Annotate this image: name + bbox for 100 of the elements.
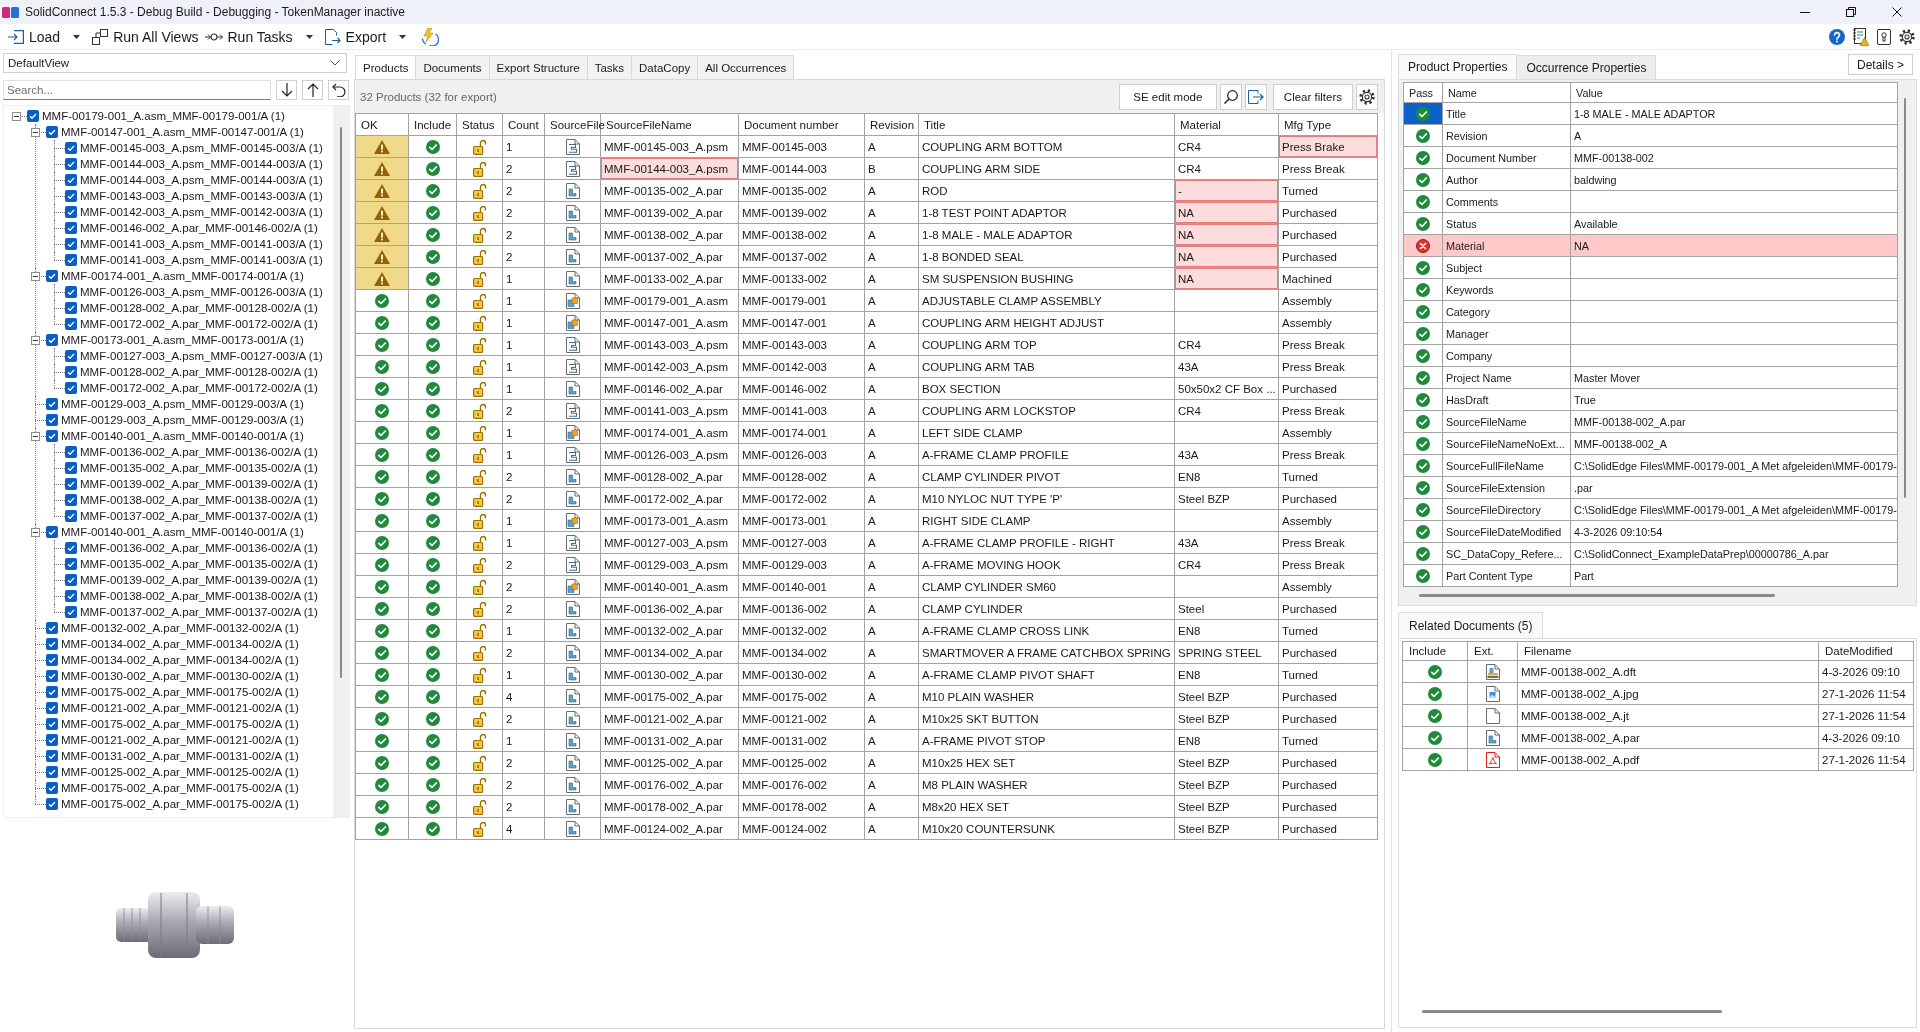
checkbox[interactable] (46, 398, 58, 410)
tree-item[interactable]: MMF-00172-002_A.par_MMF-00172-002/A (1) (80, 318, 318, 330)
tree-item[interactable]: MMF-00139-002_A.par_MMF-00139-002/A (1) (80, 478, 318, 490)
export-button[interactable]: Export (321, 24, 390, 49)
tree-item[interactable]: MMF-00139-002_A.par_MMF-00139-002/A (1) (80, 574, 318, 586)
column-header[interactable]: Mfg Type (1278, 113, 1378, 136)
check-circle-icon[interactable] (425, 161, 440, 176)
tree-item[interactable]: MMF-00132-002_A.par_MMF-00132-002/A (1) (61, 622, 299, 634)
tree-item[interactable]: MMF-00179-001_A.asm_MMF-00179-001/A (1) (42, 110, 285, 122)
checkbox[interactable] (46, 270, 58, 282)
checkbox[interactable] (65, 494, 77, 506)
restore-icon[interactable] (1846, 7, 1856, 17)
check-circle-icon[interactable] (425, 337, 440, 352)
check-circle-icon[interactable] (425, 821, 440, 836)
check-circle-icon[interactable] (425, 469, 440, 484)
undo-button[interactable] (328, 80, 349, 100)
check-circle-icon[interactable] (425, 557, 440, 572)
checkbox[interactable] (46, 126, 58, 138)
tree-item[interactable]: MMF-00128-002_A.par_MMF-00128-002/A (1) (80, 366, 318, 378)
move-up-button[interactable] (302, 80, 323, 100)
column-header[interactable]: Status (456, 113, 503, 136)
tree-item[interactable]: MMF-00144-003_A.psm_MMF-00144-003/A (1) (80, 158, 323, 170)
search-button[interactable] (1219, 83, 1242, 110)
tab[interactable]: Product Properties (1398, 54, 1518, 79)
column-header[interactable]: Name (1442, 82, 1571, 103)
tree-item[interactable]: MMF-00135-002_A.par_MMF-00135-002/A (1) (80, 558, 318, 570)
check-circle-icon[interactable] (425, 139, 440, 154)
tab[interactable]: Products (355, 55, 417, 79)
check-circle-icon[interactable] (425, 425, 440, 440)
checkbox[interactable] (65, 478, 77, 490)
check-circle-icon[interactable] (425, 667, 440, 682)
check-circle-icon[interactable] (425, 271, 440, 286)
scrollbar-thumb[interactable] (1904, 98, 1906, 498)
tree-item[interactable]: MMF-00175-002_A.par_MMF-00175-002/A (1) (61, 686, 299, 698)
checkbox[interactable] (65, 318, 77, 330)
checkbox[interactable] (65, 606, 77, 618)
clear-filters-button[interactable]: Clear filters (1272, 83, 1353, 110)
checkbox[interactable] (65, 190, 77, 202)
edit-mode-button[interactable]: SE edit mode (1118, 83, 1217, 110)
check-circle-icon[interactable] (425, 799, 440, 814)
tree-item[interactable]: MMF-00175-002_A.par_MMF-00175-002/A (1) (61, 782, 299, 794)
checkbox[interactable] (65, 558, 77, 570)
checkbox[interactable] (65, 382, 77, 394)
tree-item[interactable]: MMF-00135-002_A.par_MMF-00135-002/A (1) (80, 462, 318, 474)
checkbox[interactable] (65, 350, 77, 362)
column-header[interactable]: Count (502, 113, 545, 136)
collapse-icon[interactable] (31, 431, 40, 441)
checkbox[interactable] (65, 254, 77, 266)
check-circle-icon[interactable] (425, 777, 440, 792)
collapse-icon[interactable] (12, 111, 21, 121)
scrollbar-thumb[interactable] (1422, 1009, 1722, 1013)
check-circle-icon[interactable] (425, 381, 440, 396)
checkbox[interactable] (46, 734, 58, 746)
checkbox[interactable] (65, 158, 77, 170)
checkbox[interactable] (65, 174, 77, 186)
check-circle-icon[interactable] (425, 601, 440, 616)
check-circle-icon[interactable] (425, 403, 440, 418)
check-circle-icon[interactable] (1428, 752, 1442, 767)
tab[interactable]: DataCopy (631, 55, 699, 79)
check-circle-icon[interactable] (425, 491, 440, 506)
checkbox[interactable] (46, 782, 58, 794)
lightning-refresh-icon[interactable] (421, 27, 440, 46)
checkbox[interactable] (46, 654, 58, 666)
tree-item[interactable]: MMF-00129-003_A.psm_MMF-00129-003/A (1) (61, 414, 304, 426)
check-circle-icon[interactable] (1428, 664, 1442, 679)
move-down-button[interactable] (276, 80, 297, 100)
column-header[interactable]: Include (408, 113, 457, 136)
run-all-views-button[interactable]: Run All Views (89, 24, 202, 49)
check-circle-icon[interactable] (425, 623, 440, 638)
checkbox[interactable] (65, 446, 77, 458)
check-circle-icon[interactable] (425, 205, 440, 220)
tab[interactable]: Occurrence Properties (1516, 55, 1657, 79)
tree-item[interactable]: MMF-00127-003_A.psm_MMF-00127-003/A (1) (80, 350, 323, 362)
column-header[interactable]: DateModified (1818, 641, 1914, 661)
checkbox[interactable] (65, 206, 77, 218)
column-header[interactable]: Value (1570, 82, 1898, 103)
collapse-icon[interactable] (31, 335, 40, 345)
checkbox[interactable] (46, 670, 58, 682)
scrollbar-thumb[interactable] (1419, 593, 1775, 597)
tree-item[interactable]: MMF-00137-002_A.par_MMF-00137-002/A (1) (80, 606, 318, 618)
tree-item[interactable]: MMF-00125-002_A.par_MMF-00125-002/A (1) (61, 766, 299, 778)
tree-item[interactable]: MMF-00173-001_A.asm_MMF-00173-001/A (1) (61, 334, 304, 346)
check-circle-icon[interactable] (425, 755, 440, 770)
tree-item[interactable]: MMF-00140-001_A.asm_MMF-00140-001/A (1) (61, 526, 304, 538)
column-header[interactable]: Filename (1517, 641, 1819, 661)
column-header[interactable]: Title (918, 113, 1175, 136)
tree-item[interactable]: MMF-00130-002_A.par_MMF-00130-002/A (1) (61, 670, 299, 682)
collapse-icon[interactable] (31, 271, 40, 281)
checkbox[interactable] (27, 110, 39, 122)
tree-item[interactable]: MMF-00128-002_A.par_MMF-00128-002/A (1) (80, 302, 318, 314)
tree-item[interactable]: MMF-00140-001_A.asm_MMF-00140-001/A (1) (61, 430, 304, 442)
notebook-warning-icon[interactable] (1853, 27, 1869, 46)
caret-icon[interactable] (73, 34, 81, 39)
check-circle-icon[interactable] (425, 293, 440, 308)
tree-item[interactable]: MMF-00121-002_A.par_MMF-00121-002/A (1) (61, 734, 299, 746)
checkbox[interactable] (65, 222, 77, 234)
run-tasks-button[interactable]: Run Tasks (201, 24, 296, 49)
column-header[interactable]: OK (355, 113, 409, 136)
checkbox[interactable] (46, 686, 58, 698)
check-circle-icon[interactable] (1428, 686, 1442, 701)
